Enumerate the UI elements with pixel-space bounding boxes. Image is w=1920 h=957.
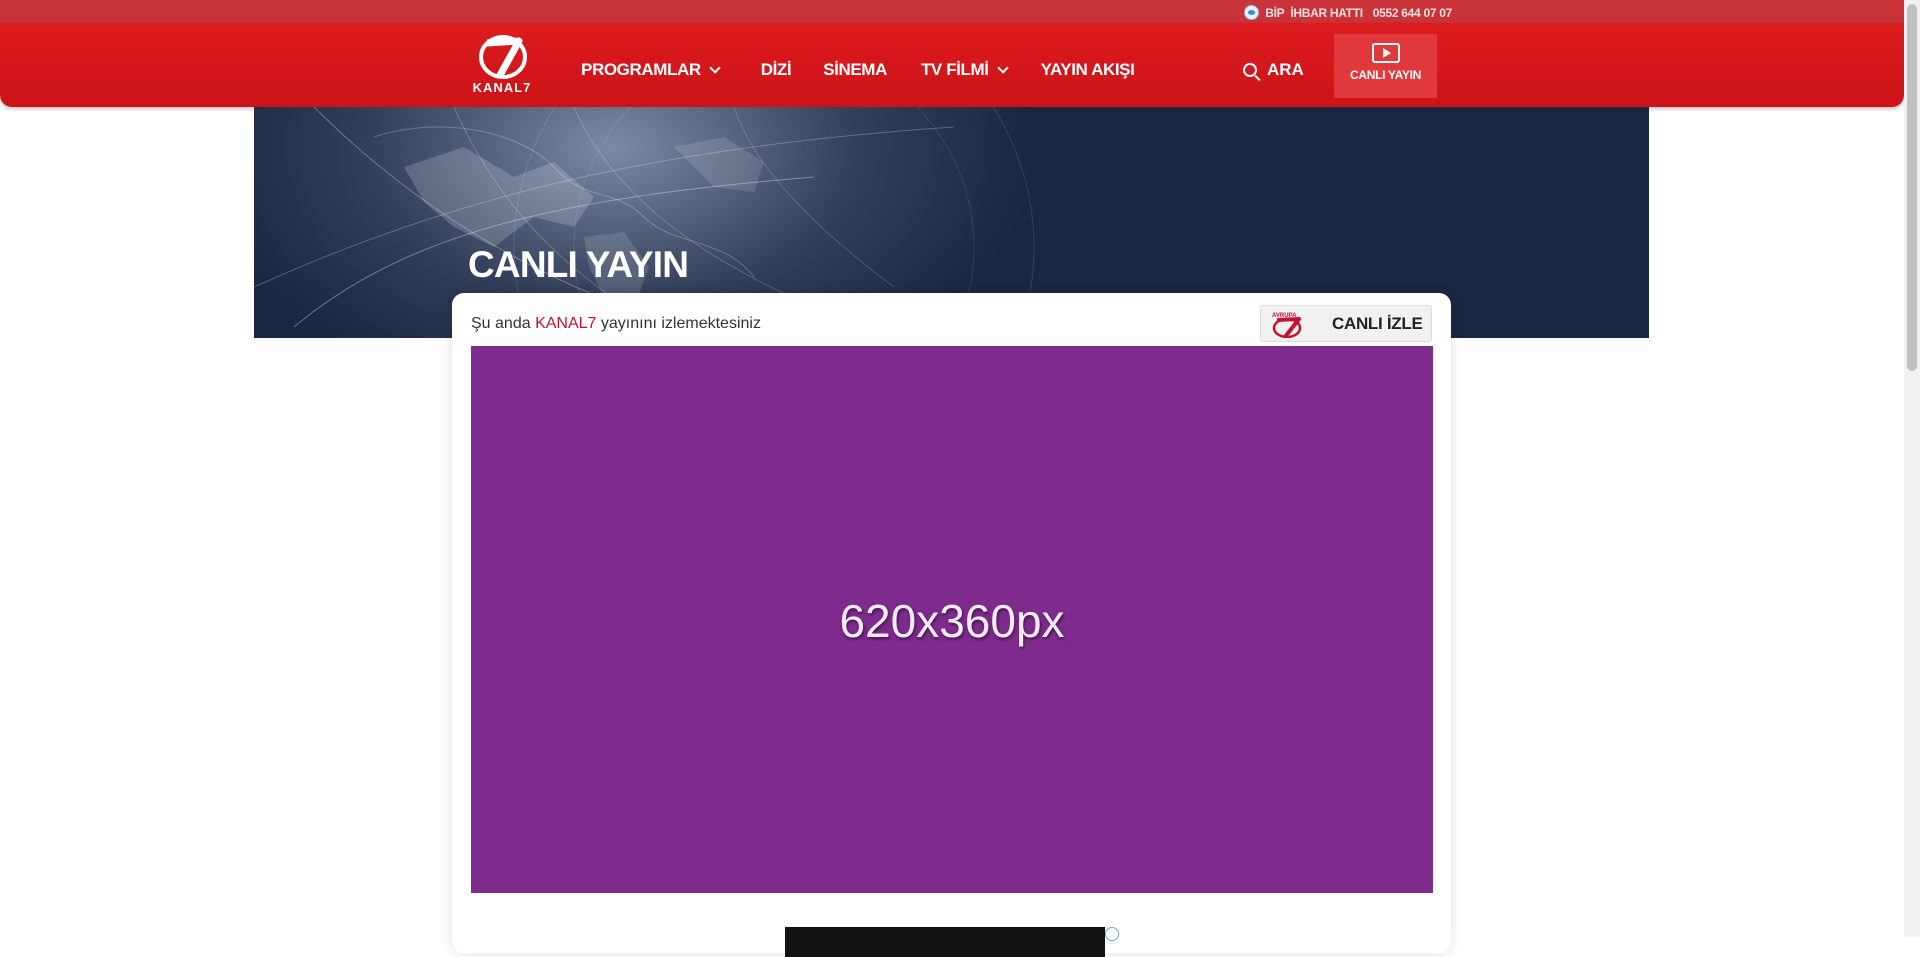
bip-icon (1244, 5, 1260, 20)
chevron-down-icon (709, 62, 721, 74)
chevron-down-icon (996, 62, 1009, 74)
page-title: CANLI YAYIN (468, 244, 689, 285)
live-player-card: Şu anda KANAL7 yayınını izlemektesiniz A… (452, 293, 1451, 957)
video-player[interactable]: 620x360px (471, 346, 1433, 893)
bip-label: BİP (1265, 5, 1285, 20)
nav-tv-filmi-label: TV FİLMİ (920, 60, 989, 79)
nav-yayin-akisi[interactable]: YAYIN AKIŞI (1041, 60, 1135, 80)
now-watching-prefix: Şu anda (471, 315, 531, 332)
watch-live-button[interactable]: AVRUPA CANLI İZLE (1260, 305, 1432, 342)
hotline-phone[interactable]: 0552 644 07 07 (1373, 6, 1453, 20)
tv-play-icon (1371, 43, 1400, 63)
logo-text: KANAL7 (472, 80, 532, 95)
scrollbar-thumb[interactable] (1907, 4, 1917, 371)
hotline-info[interactable]: BİP İHBAR HATTI 0552 644 07 07 (1244, 5, 1452, 20)
kanal7-avrupa-logo-icon: AVRUPA (1272, 313, 1302, 338)
nav-sinema-label: SİNEMA (823, 60, 887, 79)
live-broadcast-label: CANLI YAYIN (1350, 68, 1421, 82)
nav-dizi-label: DİZİ (760, 60, 792, 79)
kanal7-logo-icon (479, 35, 527, 79)
nav-yayin-akisi-label: YAYIN AKIŞI (1040, 60, 1135, 79)
nav-tv-filmi[interactable]: TV FİLMİ (920, 60, 1009, 80)
top-info-bar: BİP İHBAR HATTI 0552 644 07 07 (0, 0, 1904, 24)
live-broadcast-button[interactable]: CANLI YAYIN (1334, 34, 1437, 98)
main-nav: PROGRAMLAR DİZİ SİNEMA TV FİLMİ YAYIN AK… (581, 60, 1135, 80)
now-watching-suffix: yayınını izlemektesiniz (600, 315, 761, 332)
page-scrollbar[interactable] (1904, 0, 1920, 937)
watch-live-label: CANLI İZLE (1332, 313, 1423, 333)
search-button[interactable]: ARA (1243, 60, 1304, 80)
nav-dizi[interactable]: DİZİ (761, 60, 792, 80)
search-label: ARA (1267, 60, 1304, 79)
main-navbar: KANAL7 PROGRAMLAR DİZİ SİNEMA TV FİLMİ Y… (0, 23, 1904, 107)
ad-banner[interactable] (785, 927, 1105, 957)
nav-programlar[interactable]: PROGRAMLAR (581, 60, 721, 80)
now-watching-brand: KANAL7 (535, 315, 597, 332)
kanal7-logo[interactable]: KANAL7 (466, 33, 538, 97)
nav-sinema[interactable]: SİNEMA (823, 60, 887, 80)
player-placeholder-text: 620x360px (839, 594, 1065, 647)
search-icon (1243, 63, 1257, 77)
ad-info-icon[interactable] (1105, 927, 1119, 941)
hotline-label: İHBAR HATTI (1290, 5, 1363, 20)
nav-programlar-label: PROGRAMLAR (581, 60, 701, 79)
now-watching-text: Şu anda KANAL7 yayınını izlemektesiniz (471, 315, 761, 333)
